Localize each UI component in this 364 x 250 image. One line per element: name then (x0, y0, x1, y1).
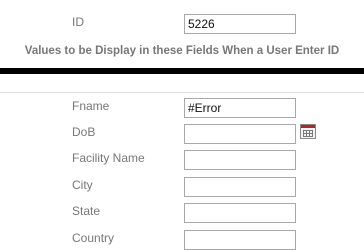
country-label: Country (72, 231, 115, 245)
state-label: State (72, 204, 101, 218)
facility-name-label: Facility Name (72, 151, 145, 165)
instruction-banner: Values to be Display in these Fields Whe… (24, 45, 340, 57)
city-input[interactable] (184, 177, 296, 197)
section-divider-thin (0, 92, 364, 93)
fname-input[interactable] (184, 98, 296, 118)
fname-label: Fname (72, 99, 110, 113)
facility-name-input[interactable] (184, 150, 296, 170)
dob-label: DoB (72, 125, 96, 139)
state-input[interactable] (184, 203, 296, 223)
id-label: ID (72, 15, 84, 29)
section-divider (0, 68, 364, 74)
calendar-icon[interactable] (300, 124, 316, 139)
city-label: City (72, 178, 93, 192)
country-input[interactable] (184, 230, 296, 250)
id-input[interactable] (184, 14, 296, 34)
dob-input[interactable] (184, 124, 296, 144)
